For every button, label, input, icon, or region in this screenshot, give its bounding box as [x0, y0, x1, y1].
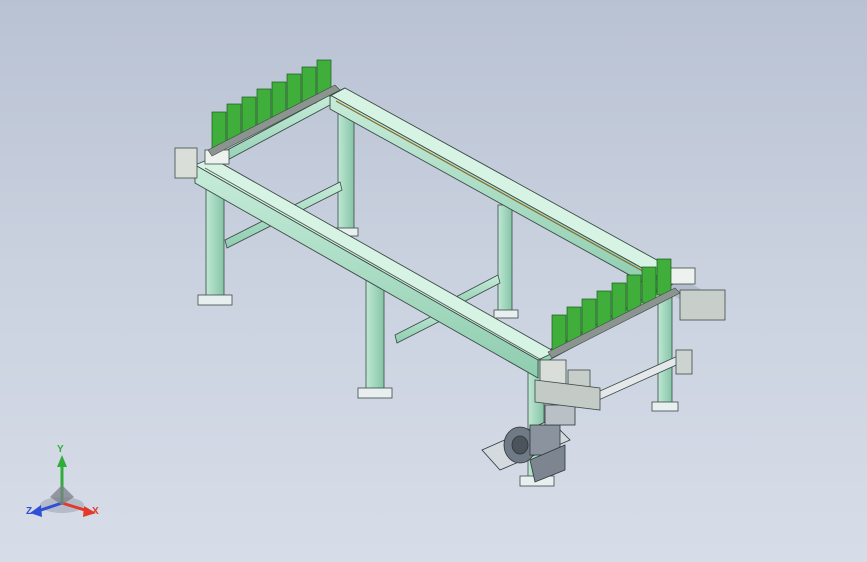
- conveyor-frame-model[interactable]: [0, 0, 867, 562]
- y-axis-label: Y: [57, 444, 64, 455]
- graphics-viewport[interactable]: Y X Z: [0, 0, 867, 562]
- x-axis-label: X: [92, 506, 99, 517]
- axis-triad: Y X Z: [22, 445, 112, 525]
- z-axis-label: Z: [26, 506, 33, 517]
